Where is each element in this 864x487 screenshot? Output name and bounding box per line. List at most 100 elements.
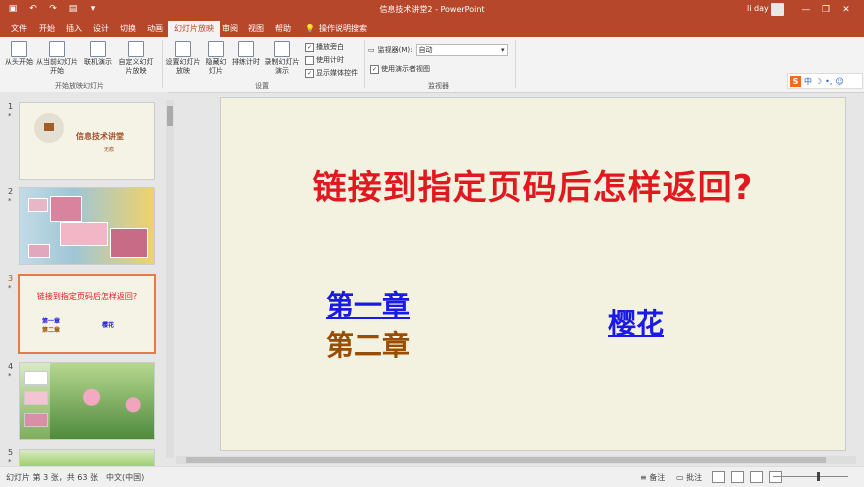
- show-media-controls-checkbox[interactable]: ✓ 显示媒体控件: [305, 68, 358, 78]
- thumb-link: 樱花: [102, 322, 115, 329]
- thumb-number: 2: [8, 187, 14, 196]
- tab-insert[interactable]: 插入: [66, 23, 82, 34]
- smile-icon[interactable]: ☺: [835, 77, 843, 86]
- tab-help[interactable]: 帮助: [275, 23, 291, 34]
- scrollbar-thumb[interactable]: [186, 457, 826, 463]
- comments-button[interactable]: ▭ 批注: [676, 472, 702, 483]
- computer-icon: [44, 123, 54, 131]
- thumb-link: 第二章: [42, 327, 61, 334]
- button-label: 从头开始: [5, 58, 33, 66]
- thumb-subtitle: 无痕: [104, 147, 115, 153]
- group-label-setup: 设置: [255, 82, 269, 90]
- button-label: 隐藏幻灯片: [205, 58, 227, 75]
- checkbox-label: 使用计时: [316, 56, 344, 64]
- monitor-icon: ▭: [368, 46, 375, 54]
- play-from-start-icon: [11, 41, 27, 57]
- language-status[interactable]: 中文(中国): [106, 472, 144, 483]
- text-chapter-two[interactable]: 第二章: [326, 324, 410, 364]
- thumbnail-slide-1[interactable]: 信息技术讲堂 无痕: [20, 103, 154, 179]
- thumb-photo: [60, 222, 108, 246]
- custom-show-button[interactable]: 自定义幻灯片放映: [116, 41, 156, 76]
- slide-sorter-icon[interactable]: [731, 471, 744, 483]
- title-bar: ▣ ↶ ↷ ▤ ▾ 信息技术讲堂2 - PowerPoint li day — …: [0, 0, 864, 20]
- thumb-photo: [24, 391, 48, 405]
- tell-me-label: 操作说明搜索: [318, 24, 367, 33]
- use-timings-checkbox[interactable]: 使用计时: [305, 55, 344, 65]
- tab-animations[interactable]: 动画: [147, 23, 163, 34]
- rehearse-timings-icon: [238, 41, 254, 57]
- online-present-button[interactable]: 联机演示: [82, 41, 114, 67]
- tab-home[interactable]: 开始: [39, 23, 55, 34]
- button-label: 从当前幻灯片开始: [36, 58, 78, 75]
- avatar[interactable]: [771, 3, 784, 16]
- normal-view-icon[interactable]: [712, 471, 725, 483]
- from-beginning-button[interactable]: 从头开始: [4, 41, 34, 67]
- group-separator: [364, 40, 365, 88]
- thumb-link: 第一章: [42, 318, 61, 325]
- checkbox-label: 播放旁白: [316, 43, 344, 51]
- thumbnail-slide-2[interactable]: [20, 188, 154, 264]
- checkbox-checked-icon: ✓: [305, 68, 314, 78]
- setup-show-icon: [175, 41, 191, 57]
- play-narrations-checkbox[interactable]: ✓ 播放旁白: [305, 42, 344, 52]
- custom-show-icon: [128, 41, 144, 57]
- tab-file[interactable]: 文件: [11, 23, 27, 34]
- hide-slide-icon: [208, 41, 224, 57]
- status-bar: 幻灯片 第 3 张，共 63 张 中文(中国) ≡ 备注 ▭ 批注: [0, 466, 864, 487]
- user-name[interactable]: li day: [747, 4, 769, 13]
- ime-punctuation[interactable]: •,: [825, 77, 832, 86]
- ime-toolbar[interactable]: S 中 ☽ •, ☺: [787, 73, 863, 89]
- link-sakura[interactable]: 樱花: [608, 302, 664, 342]
- notes-button[interactable]: ≡ 备注: [640, 472, 665, 483]
- animation-star-icon: *: [8, 458, 12, 466]
- from-current-button[interactable]: 从当前幻灯片开始: [36, 41, 78, 76]
- button-label: 排练计时: [232, 58, 260, 66]
- tab-transitions[interactable]: 切换: [120, 23, 136, 34]
- scrollbar-thumb[interactable]: [167, 106, 173, 126]
- zoom-slider[interactable]: [773, 472, 848, 481]
- group-label-monitors: 监视器: [428, 82, 449, 90]
- setup-show-button[interactable]: 设置幻灯片放映: [165, 41, 201, 76]
- restore-icon[interactable]: ❐: [816, 0, 836, 20]
- close-icon[interactable]: ✕: [836, 0, 856, 20]
- group-label-start: 开始放映幻灯片: [55, 82, 104, 90]
- monitor-label: 监视器(M):: [377, 46, 413, 54]
- moon-icon[interactable]: ☽: [815, 77, 822, 86]
- checkbox-unchecked-icon: [305, 55, 314, 65]
- hide-slide-button[interactable]: 隐藏幻灯片: [203, 41, 229, 76]
- thumbnail-slide-5[interactable]: [20, 450, 154, 466]
- thumbnail-slide-4[interactable]: [20, 363, 154, 439]
- group-separator: [162, 40, 163, 88]
- tab-review[interactable]: 审阅: [222, 23, 238, 34]
- checkbox-checked-icon: ✓: [305, 42, 314, 52]
- sogou-ime-icon: S: [790, 75, 801, 87]
- thumbnails-scrollbar[interactable]: [166, 100, 174, 458]
- slide-horizontal-scrollbar[interactable]: [176, 456, 856, 464]
- thumb-title: 链接到指定页码后怎样返回?: [36, 292, 138, 301]
- tab-view[interactable]: 视图: [248, 23, 264, 34]
- slide-canvas[interactable]: 链接到指定页码后怎样返回? 第一章 第二章 樱花: [221, 98, 845, 450]
- animation-star-icon: *: [8, 112, 12, 120]
- ribbon: 从头开始 从当前幻灯片开始 联机演示 自定义幻灯片放映 开始放映幻灯片 设置幻灯…: [0, 37, 864, 93]
- slideshow-view-icon[interactable]: [769, 471, 782, 483]
- tab-design[interactable]: 设计: [93, 23, 109, 34]
- thumb-number: 5: [8, 448, 14, 457]
- minimize-icon[interactable]: —: [796, 0, 816, 20]
- thumb-title: 信息技术讲堂: [76, 132, 124, 141]
- animation-star-icon: *: [8, 284, 12, 292]
- checkbox-label: 使用演示者视图: [381, 65, 430, 73]
- tab-slideshow[interactable]: 幻灯片放映: [168, 21, 220, 37]
- monitor-select[interactable]: 自动: [415, 44, 508, 56]
- ime-mode[interactable]: 中: [804, 76, 812, 87]
- slide-title[interactable]: 链接到指定页码后怎样返回?: [221, 160, 845, 209]
- rehearse-timings-button[interactable]: 排练计时: [231, 41, 261, 67]
- thumbnail-slide-3[interactable]: 链接到指定页码后怎样返回? 第一章 第二章 樱花: [20, 276, 154, 352]
- thumb-lotus-photo: [50, 363, 154, 439]
- thumb-photo: [24, 371, 48, 385]
- link-chapter-one[interactable]: 第一章: [326, 284, 410, 324]
- tell-me-search[interactable]: 💡 操作说明搜索: [305, 23, 367, 34]
- presenter-view-checkbox[interactable]: ✓ 使用演示者视图: [370, 64, 430, 74]
- button-label: 自定义幻灯片放映: [118, 58, 154, 75]
- reading-view-icon[interactable]: [750, 471, 763, 483]
- record-show-button[interactable]: 录制幻灯片演示: [262, 41, 302, 76]
